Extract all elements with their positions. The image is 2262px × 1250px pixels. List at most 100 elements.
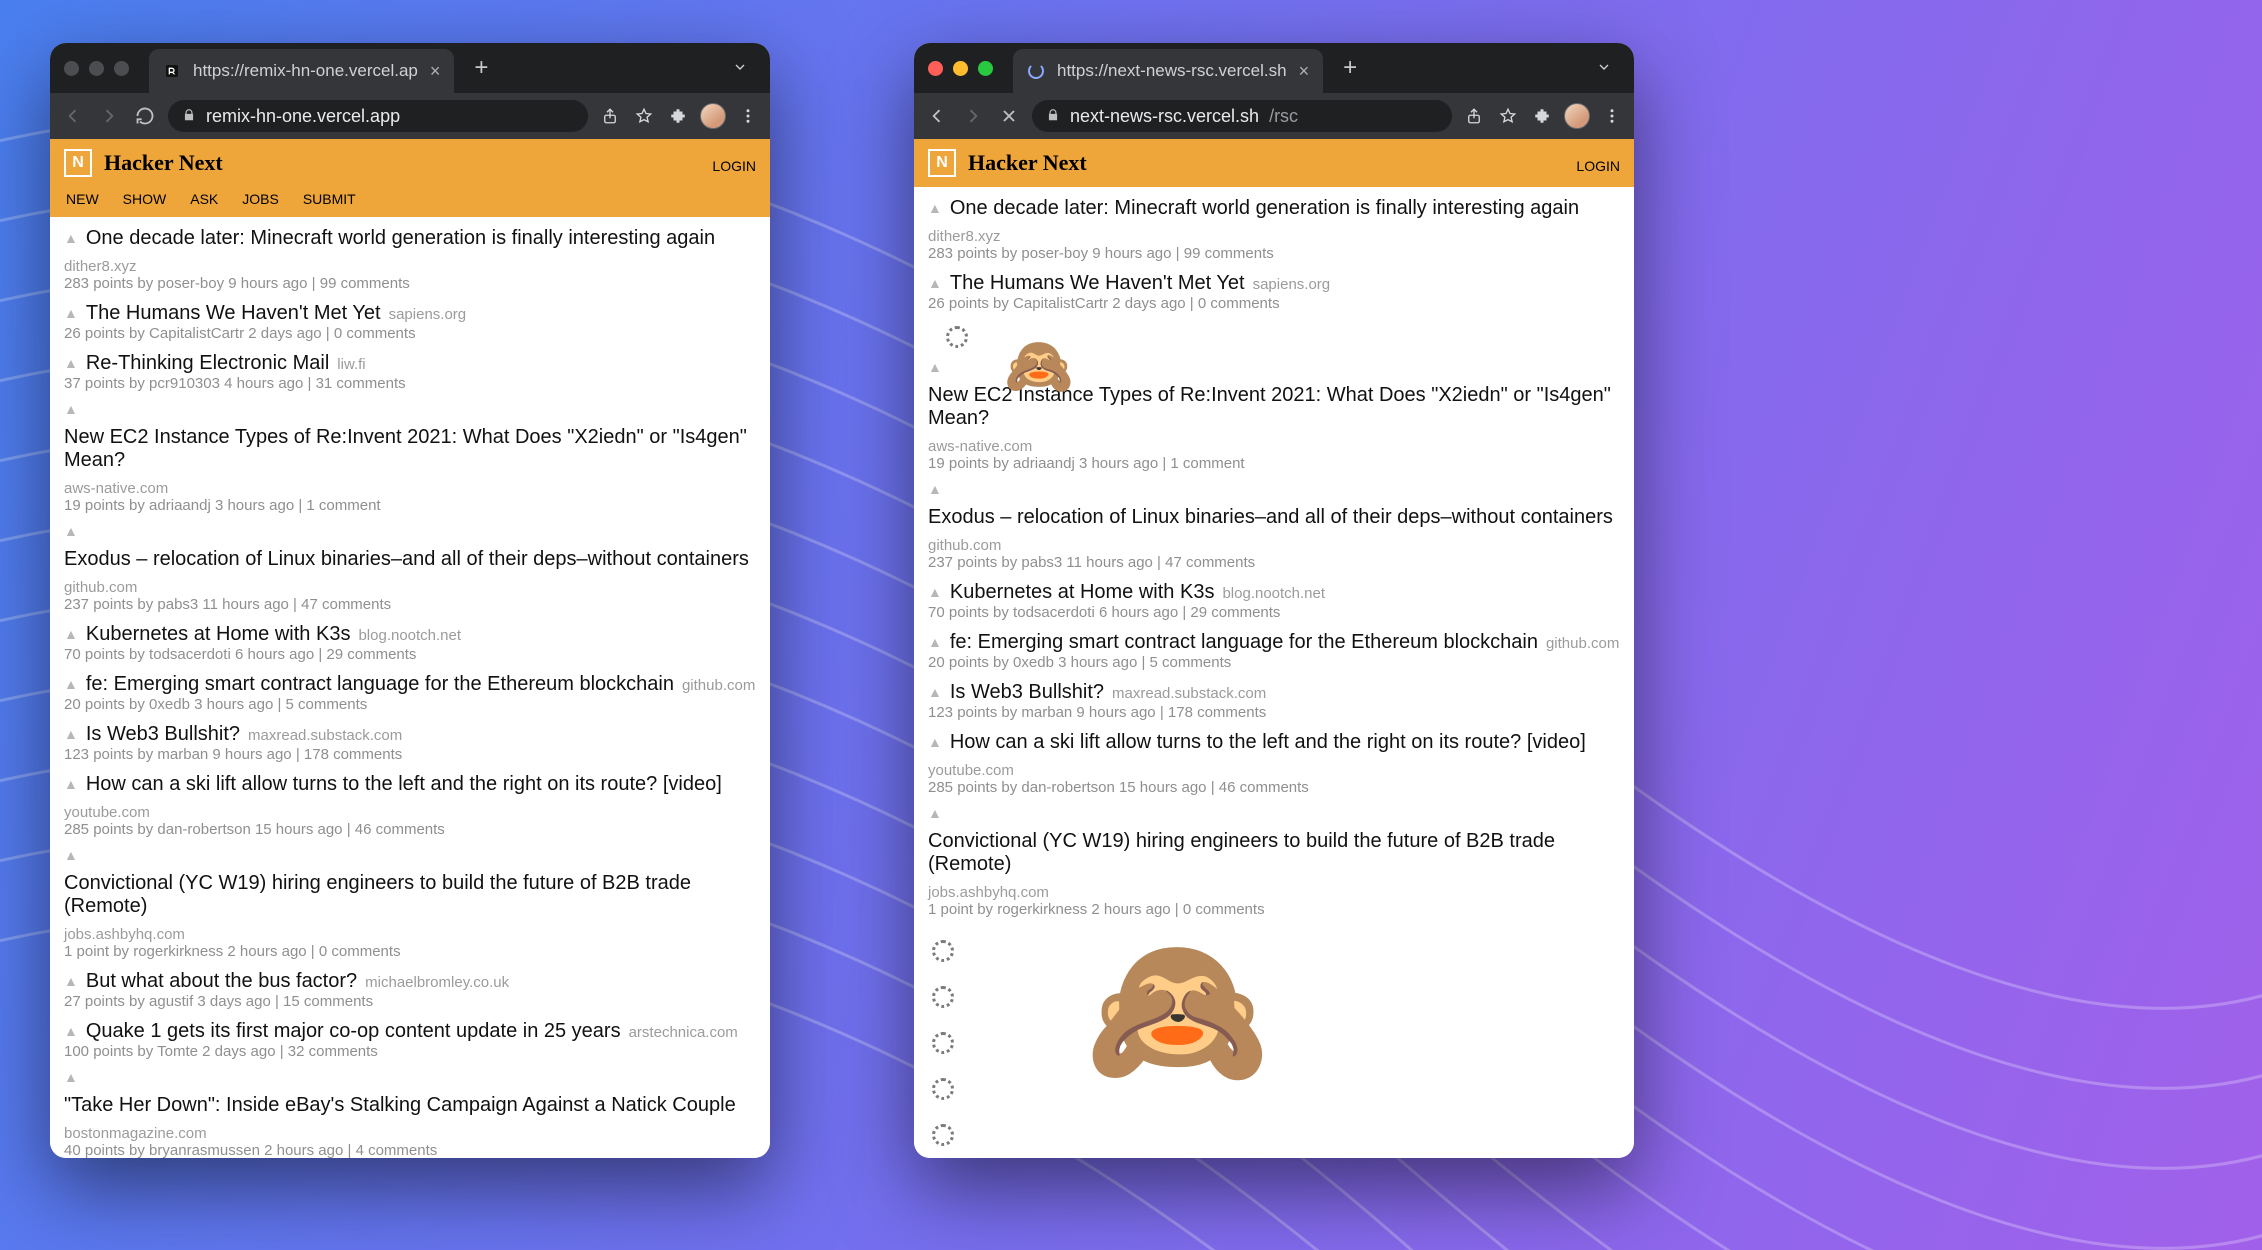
story-domain[interactable]: maxread.substack.com: [248, 727, 402, 744]
story-title-link[interactable]: New EC2 Instance Types of Re:Invent 2021…: [64, 426, 756, 472]
story-domain[interactable]: michaelbromley.co.uk: [365, 974, 509, 991]
story-domain[interactable]: github.com: [64, 579, 137, 596]
site-logo[interactable]: N: [64, 149, 92, 177]
site-logo[interactable]: N: [928, 149, 956, 177]
tab-close-icon[interactable]: ×: [1299, 61, 1310, 82]
upvote-icon[interactable]: ▲: [64, 230, 78, 246]
upvote-icon[interactable]: ▲: [64, 676, 78, 692]
story-title-link[interactable]: fe: Emerging smart contract language for…: [86, 673, 674, 696]
story-domain[interactable]: aws-native.com: [928, 438, 1032, 455]
login-link[interactable]: LOGIN: [1576, 152, 1620, 174]
story-title-link[interactable]: New EC2 Instance Types of Re:Invent 2021…: [928, 384, 1620, 430]
nav-link-new[interactable]: NEW: [66, 191, 99, 207]
story-domain[interactable]: youtube.com: [928, 762, 1014, 779]
traffic-min[interactable]: [89, 61, 104, 76]
story-domain[interactable]: blog.nootch.net: [358, 627, 461, 644]
nav-link-submit[interactable]: SUBMIT: [303, 191, 356, 207]
tab-close-icon[interactable]: ×: [430, 61, 441, 82]
upvote-icon[interactable]: ▲: [64, 1023, 78, 1039]
story-title-link[interactable]: How can a ski lift allow turns to the le…: [950, 731, 1586, 754]
browser-tab[interactable]: https://remix-hn-one.vercel.ap ×: [149, 49, 454, 93]
story-domain[interactable]: dither8.xyz: [928, 228, 1001, 245]
new-tab-button[interactable]: +: [1333, 50, 1367, 86]
story-title-link[interactable]: Quake 1 gets its first major co-op conte…: [86, 1020, 621, 1043]
story-title-link[interactable]: One decade later: Minecraft world genera…: [86, 227, 715, 250]
extensions-icon[interactable]: [1530, 104, 1554, 128]
browser-menu-icon[interactable]: [736, 104, 760, 128]
story-title-link[interactable]: The Humans We Haven't Met Yet: [950, 272, 1245, 295]
story-domain[interactable]: github.com: [1546, 635, 1619, 652]
upvote-icon[interactable]: ▲: [64, 626, 78, 642]
story-domain[interactable]: github.com: [928, 537, 1001, 554]
story-domain[interactable]: maxread.substack.com: [1112, 685, 1266, 702]
story-domain[interactable]: jobs.ashbyhq.com: [928, 884, 1049, 901]
story-domain[interactable]: liw.fi: [337, 356, 365, 373]
story-title-link[interactable]: Re-Thinking Electronic Mail: [86, 352, 329, 375]
upvote-icon[interactable]: ▲: [64, 305, 78, 321]
profile-avatar[interactable]: [1564, 103, 1590, 129]
bookmark-icon[interactable]: [1496, 104, 1520, 128]
upvote-icon[interactable]: ▲: [64, 1069, 78, 1085]
upvote-icon[interactable]: ▲: [928, 805, 942, 821]
nav-link-show[interactable]: SHOW: [123, 191, 167, 207]
back-button[interactable]: [924, 103, 950, 129]
bookmark-icon[interactable]: [632, 104, 656, 128]
story-title-link[interactable]: Exodus – relocation of Linux binaries–an…: [928, 506, 1613, 529]
stop-button[interactable]: [996, 103, 1022, 129]
upvote-icon[interactable]: ▲: [64, 523, 78, 539]
traffic-close[interactable]: [64, 61, 79, 76]
story-title-link[interactable]: But what about the bus factor?: [86, 970, 357, 993]
story-domain[interactable]: aws-native.com: [64, 480, 168, 497]
upvote-icon[interactable]: ▲: [64, 726, 78, 742]
story-domain[interactable]: bostonmagazine.com: [64, 1125, 207, 1142]
story-title-link[interactable]: Exodus – relocation of Linux binaries–an…: [64, 548, 749, 571]
upvote-icon[interactable]: ▲: [64, 973, 78, 989]
upvote-icon[interactable]: ▲: [928, 634, 942, 650]
profile-avatar[interactable]: [700, 103, 726, 129]
browser-tab[interactable]: https://next-news-rsc.vercel.sh ×: [1013, 49, 1323, 93]
share-icon[interactable]: [1462, 104, 1486, 128]
story-title-link[interactable]: How can a ski lift allow turns to the le…: [86, 773, 722, 796]
url-input[interactable]: next-news-rsc.vercel.sh/rsc: [1032, 100, 1452, 132]
upvote-icon[interactable]: ▲: [64, 847, 78, 863]
new-tab-button[interactable]: +: [464, 50, 498, 86]
traffic-max[interactable]: [978, 61, 993, 76]
upvote-icon[interactable]: ▲: [928, 200, 942, 216]
story-domain[interactable]: arstechnica.com: [629, 1024, 738, 1041]
story-domain[interactable]: jobs.ashbyhq.com: [64, 926, 185, 943]
upvote-icon[interactable]: ▲: [928, 359, 942, 375]
story-title-link[interactable]: Kubernetes at Home with K3s: [86, 623, 351, 646]
upvote-icon[interactable]: ▲: [64, 401, 78, 417]
upvote-icon[interactable]: ▲: [928, 481, 942, 497]
login-link[interactable]: LOGIN: [712, 152, 756, 174]
tab-overflow-icon[interactable]: [724, 55, 756, 82]
story-title-link[interactable]: Convictional (YC W19) hiring engineers t…: [928, 830, 1620, 876]
tab-overflow-icon[interactable]: [1588, 55, 1620, 82]
story-domain[interactable]: sapiens.org: [389, 306, 467, 323]
story-domain[interactable]: sapiens.org: [1253, 276, 1331, 293]
traffic-min[interactable]: [953, 61, 968, 76]
story-title-link[interactable]: One decade later: Minecraft world genera…: [950, 197, 1579, 220]
story-title-link[interactable]: "Take Her Down": Inside eBay's Stalking …: [64, 1094, 736, 1117]
story-domain[interactable]: dither8.xyz: [64, 258, 137, 275]
story-domain[interactable]: youtube.com: [64, 804, 150, 821]
upvote-icon[interactable]: ▲: [928, 684, 942, 700]
browser-menu-icon[interactable]: [1600, 104, 1624, 128]
story-domain[interactable]: github.com: [682, 677, 755, 694]
nav-link-jobs[interactable]: JOBS: [242, 191, 279, 207]
story-title-link[interactable]: Convictional (YC W19) hiring engineers t…: [64, 872, 756, 918]
story-title-link[interactable]: Is Web3 Bullshit?: [950, 681, 1104, 704]
story-title-link[interactable]: Kubernetes at Home with K3s: [950, 581, 1215, 604]
upvote-icon[interactable]: ▲: [64, 776, 78, 792]
share-icon[interactable]: [598, 104, 622, 128]
extensions-icon[interactable]: [666, 104, 690, 128]
reload-button[interactable]: [132, 103, 158, 129]
url-input[interactable]: remix-hn-one.vercel.app: [168, 100, 588, 132]
story-title-link[interactable]: fe: Emerging smart contract language for…: [950, 631, 1538, 654]
story-domain[interactable]: blog.nootch.net: [1222, 585, 1325, 602]
upvote-icon[interactable]: ▲: [928, 275, 942, 291]
story-title-link[interactable]: Is Web3 Bullshit?: [86, 723, 240, 746]
upvote-icon[interactable]: ▲: [928, 584, 942, 600]
upvote-icon[interactable]: ▲: [928, 734, 942, 750]
traffic-max[interactable]: [114, 61, 129, 76]
